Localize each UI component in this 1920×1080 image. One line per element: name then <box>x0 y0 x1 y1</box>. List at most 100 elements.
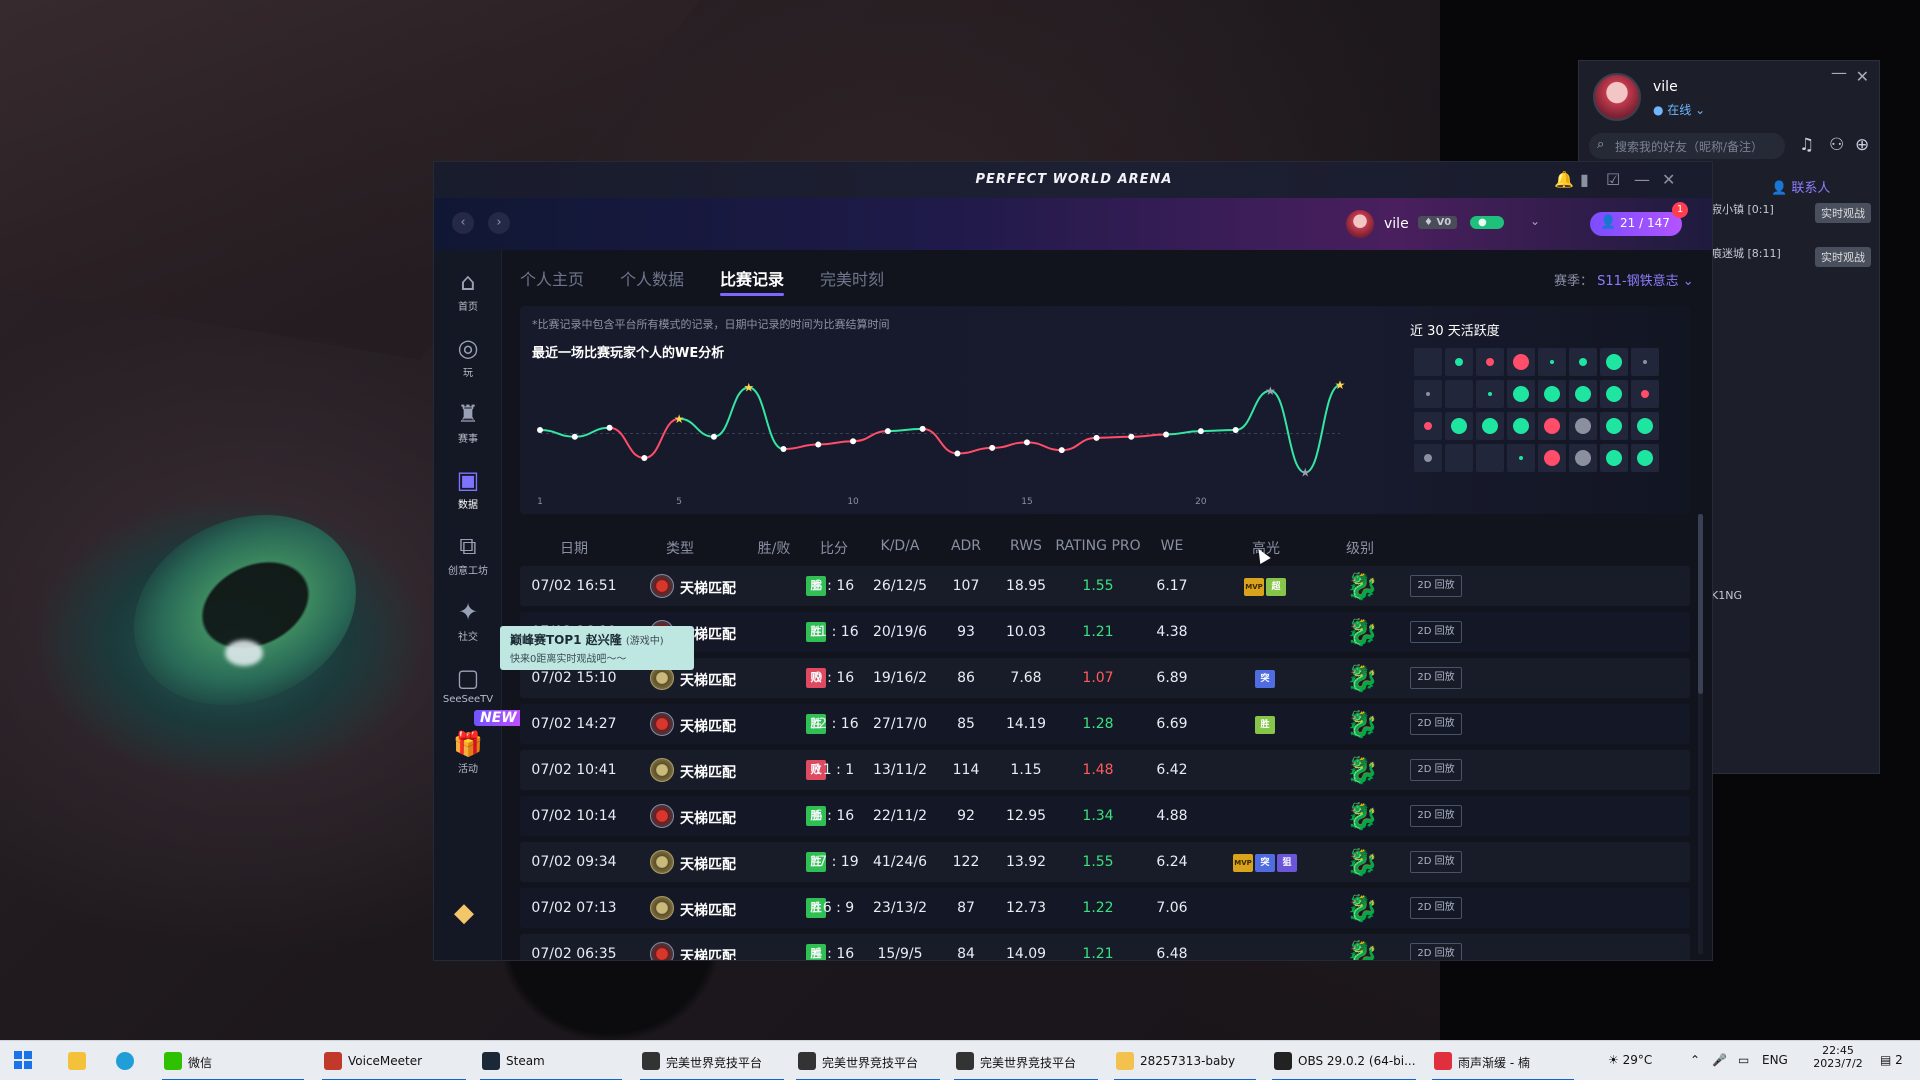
contacts-button[interactable]: 👤 联系人 <box>1771 177 1830 196</box>
activity-cell[interactable] <box>1507 444 1535 472</box>
activity-cell[interactable] <box>1538 412 1566 440</box>
season-selector[interactable]: 赛季： S11-钢铁意志 ⌄ <box>1554 270 1694 289</box>
activity-cell[interactable] <box>1600 412 1628 440</box>
live-spectate-tooltip[interactable]: 巅峰赛TOP1 赵兴隆 (游戏中) 快来0距离实时观战吧～～ <box>500 626 694 670</box>
feedback-icon[interactable]: ☑ <box>1606 170 1620 189</box>
file-explorer-icon[interactable] <box>62 1041 92 1080</box>
gem-icon[interactable]: ◆ <box>454 898 474 928</box>
table-row[interactable]: 07/02 14:27 天梯匹配 胜 12 : 16 27/17/0 85 14.19 1.2… <box>520 704 1690 744</box>
replay-2d-button[interactable]: 2D 回放 <box>1410 621 1462 643</box>
back-button[interactable]: ‹ <box>452 212 474 234</box>
we-point[interactable] <box>537 427 543 433</box>
topbar-username[interactable]: vile <box>1384 216 1409 232</box>
add-friend-icon[interactable]: ⚇ <box>1829 135 1844 155</box>
friend-list-item[interactable]: 寂小镇 [0:1] 实时观战 <box>1711 201 1879 245</box>
we-star-point[interactable]: ★ <box>674 412 685 426</box>
taskbar-app[interactable]: 完美世界竞技平台 <box>950 1041 1102 1080</box>
close-icon[interactable]: ✕ <box>1856 67 1869 86</box>
we-point[interactable] <box>606 424 613 431</box>
chevron-down-icon[interactable]: ⌄ <box>1530 214 1540 228</box>
activity-cell[interactable] <box>1414 380 1442 408</box>
replay-2d-button[interactable]: 2D 回放 <box>1410 667 1462 689</box>
taskbar-app[interactable]: 完美世界竞技平台 <box>636 1041 788 1080</box>
weather-widget[interactable]: ☀ 29°C <box>1608 1053 1652 1067</box>
activity-cell[interactable] <box>1476 380 1504 408</box>
sidebar-item-activity[interactable]: 🎁 活动 <box>434 730 502 775</box>
taskbar-app[interactable]: OBS 29.0.2 (64-bi... <box>1268 1041 1420 1080</box>
replay-2d-button[interactable]: 2D 回放 <box>1410 943 1462 960</box>
activity-cell[interactable] <box>1600 380 1628 408</box>
table-scrollbar[interactable] <box>1698 514 1703 954</box>
we-point[interactable] <box>919 425 926 432</box>
activity-cell[interactable] <box>1538 380 1566 408</box>
online-status[interactable]: ● 在线 ⌄ <box>1653 101 1705 118</box>
we-point[interactable] <box>571 433 578 440</box>
we-point[interactable] <box>1128 433 1135 440</box>
taskbar-app[interactable]: 雨声渐缓 - 楠 <box>1428 1041 1578 1080</box>
minimize-icon[interactable]: — <box>1634 170 1650 189</box>
friend-search-input[interactable]: ⌕ 搜索我的好友（昵称/备注） <box>1589 133 1785 159</box>
activity-cell[interactable] <box>1414 412 1442 440</box>
tab-personal-home[interactable]: 个人主页 <box>520 266 584 290</box>
we-star-point[interactable]: ★ <box>1300 466 1311 480</box>
taskbar-app[interactable]: 微信 <box>158 1041 308 1080</box>
signal-icon[interactable]: ▮ <box>1580 170 1589 189</box>
headset-icon[interactable]: ♫ <box>1799 135 1814 155</box>
activity-cell[interactable] <box>1414 348 1442 376</box>
friend-list-item[interactable] <box>1711 289 1879 589</box>
edge-browser-icon[interactable] <box>110 1041 140 1080</box>
sidebar-item-seeseetv[interactable]: ▢ SeeSeeTV <box>434 664 502 705</box>
we-point[interactable] <box>1023 439 1030 446</box>
we-point[interactable] <box>1093 434 1100 441</box>
friends-count-button[interactable]: 👤 21 / 147 <box>1590 212 1682 236</box>
we-point[interactable] <box>1058 447 1065 454</box>
we-point[interactable] <box>850 438 857 445</box>
table-row[interactable]: 07/02 10:14 天梯匹配胜 6 : 16 22/11/2 92 12.95 1.34… <box>520 796 1690 836</box>
we-point[interactable] <box>815 441 822 448</box>
activity-cell[interactable] <box>1631 444 1659 472</box>
spectate-badge[interactable]: 实时观战 <box>1815 247 1871 267</box>
we-point[interactable] <box>1163 431 1170 438</box>
we-point[interactable] <box>884 428 891 435</box>
tab-perfect-moments[interactable]: 完美时刻 <box>820 266 884 290</box>
sidebar-item-play[interactable]: ◎ 玩 <box>434 334 502 379</box>
activity-cell[interactable] <box>1631 348 1659 376</box>
we-point[interactable] <box>641 455 648 461</box>
activity-cell[interactable] <box>1476 412 1504 440</box>
taskbar-app[interactable]: 28257313-baby <box>1110 1041 1260 1080</box>
replay-2d-button[interactable]: 2D 回放 <box>1410 713 1462 735</box>
activity-cell[interactable] <box>1414 444 1442 472</box>
activity-cell[interactable] <box>1569 348 1597 376</box>
tray-chevron-icon[interactable]: ⌃ <box>1690 1053 1700 1067</box>
taskbar-app[interactable]: VoiceMeeter <box>318 1041 470 1080</box>
activity-cell[interactable] <box>1569 444 1597 472</box>
replay-2d-button[interactable]: 2D 回放 <box>1410 805 1462 827</box>
taskbar-app[interactable]: 完美世界竞技平台 <box>792 1041 944 1080</box>
sidebar-item-events[interactable]: ♜ 赛事 <box>434 400 502 445</box>
table-row[interactable]: 07/02 06:35 天梯匹配胜 4 : 16 15/9/5 84 14.09 1.21 6… <box>520 934 1690 960</box>
we-point[interactable] <box>710 433 717 440</box>
search-plus-icon[interactable]: ⊕ <box>1855 135 1869 155</box>
we-point[interactable] <box>780 446 787 453</box>
table-row[interactable]: 07/02 09:34 天梯匹配胜 17 : 19 41/24/6 122 13.92 1.… <box>520 842 1690 882</box>
scrollbar-thumb[interactable] <box>1698 514 1703 694</box>
window-titlebar[interactable]: PERFECT WORLD ARENA 🔔 ▮ ☑ — ✕ <box>434 162 1712 198</box>
table-row[interactable]: 07/02 16:19天梯匹配胜11 : 1620/19/69310.031.2… <box>520 612 1690 652</box>
friend-list-item[interactable]: K1NG <box>1711 589 1879 633</box>
bell-icon[interactable]: 🔔 <box>1554 170 1574 189</box>
we-point[interactable] <box>989 444 996 451</box>
we-point[interactable] <box>1232 427 1239 433</box>
sidebar-item-home[interactable]: ⌂ 首页 <box>434 268 502 313</box>
activity-cell[interactable] <box>1476 444 1504 472</box>
we-point[interactable] <box>1197 428 1204 435</box>
close-icon[interactable]: ✕ <box>1662 170 1675 189</box>
activity-cell[interactable] <box>1507 348 1535 376</box>
activity-cell[interactable] <box>1569 380 1597 408</box>
activity-cell[interactable] <box>1600 444 1628 472</box>
table-row[interactable]: 07/02 15:10 天梯匹配败 9 : 16 19/16/2 86 7.68 1.07 6… <box>520 658 1690 698</box>
we-star-point[interactable]: ★ <box>743 380 754 394</box>
we-star-point[interactable]: ★ <box>1335 378 1346 392</box>
notification-center-icon[interactable]: ▤ 2 <box>1880 1053 1903 1067</box>
tab-match-records[interactable]: 比赛记录 <box>720 266 785 296</box>
activity-cell[interactable] <box>1600 348 1628 376</box>
